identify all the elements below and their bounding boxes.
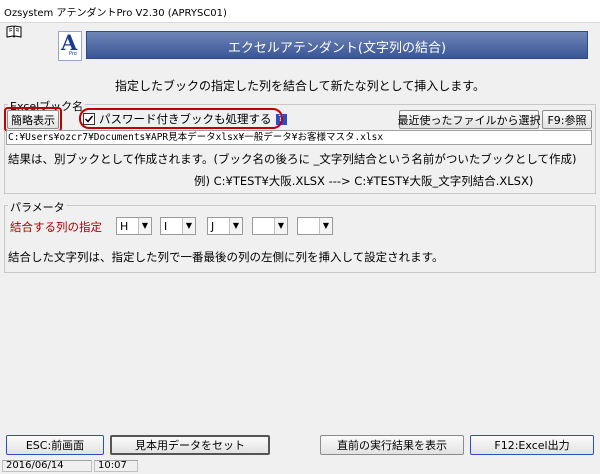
parameters-group-label: パラメータ: [8, 199, 67, 215]
recent-files-button[interactable]: 最近使ったファイルから選択: [398, 110, 541, 129]
parameters-note: 結合した文字列は、指定した列で一番最後の列の左側に列を挿入して設定されます。: [8, 250, 444, 264]
highlight-password-option: [79, 108, 283, 129]
column-select-value: J: [211, 220, 215, 233]
result-note: 結果は、別ブックとして作成されます。(ブック名の後ろに _文字列結合という名前が…: [8, 152, 577, 166]
set-sample-data-button[interactable]: 見本用データをセット: [110, 435, 270, 455]
column-select-3[interactable]: J ▼: [207, 217, 243, 235]
app-logo: A Pro: [58, 30, 82, 61]
logo-sub: Pro: [69, 51, 77, 57]
column-select-4[interactable]: ▼: [252, 217, 288, 235]
highlight-simple-view: [4, 107, 62, 132]
column-select-value: I: [164, 220, 168, 233]
status-bar: 2016/06/14 10:07: [0, 459, 600, 474]
esc-back-button[interactable]: ESC:前画面: [6, 435, 104, 455]
column-select-value: H: [120, 220, 129, 233]
result-example: 例) C:¥TEST¥大阪.XLSX ---> C:¥TEST¥大阪_文字列結合…: [194, 174, 534, 188]
show-last-result-button[interactable]: 直前の実行結果を表示: [320, 435, 464, 455]
column-select-5[interactable]: ▼: [297, 217, 333, 235]
chevron-down-icon[interactable]: ▼: [182, 218, 195, 234]
excel-output-button[interactable]: F12:Excel出力: [470, 435, 594, 455]
chevron-down-icon[interactable]: ▼: [229, 218, 242, 234]
chevron-down-icon[interactable]: ▼: [138, 218, 151, 234]
chevron-down-icon[interactable]: ▼: [274, 218, 287, 234]
book-icon[interactable]: [6, 25, 22, 38]
page-description: 指定したブックの指定した列を結合して新たな列として挿入します。: [114, 79, 486, 93]
columns-label: 結合する列の指定: [10, 220, 102, 234]
status-time: 10:07: [94, 460, 138, 472]
window-title: Ozsystem アテンダントPro V2.30 (APRYSC01): [4, 8, 227, 19]
excel-path-input[interactable]: C:¥Users¥ozcr7¥Documents¥APR見本データxlsx¥一般…: [6, 130, 592, 145]
page-title: エクセルアテンダント(文字列の結合): [227, 41, 447, 56]
column-select-1[interactable]: H ▼: [116, 217, 152, 235]
column-select-2[interactable]: I ▼: [160, 217, 196, 235]
status-date: 2016/06/14: [2, 460, 92, 472]
chevron-down-icon[interactable]: ▼: [319, 218, 332, 234]
title-bar: Ozsystem アテンダントPro V2.30 (APRYSC01): [0, 0, 600, 23]
page-title-banner: エクセルアテンダント(文字列の結合): [86, 31, 588, 59]
browse-button[interactable]: F9:参照: [542, 110, 592, 129]
